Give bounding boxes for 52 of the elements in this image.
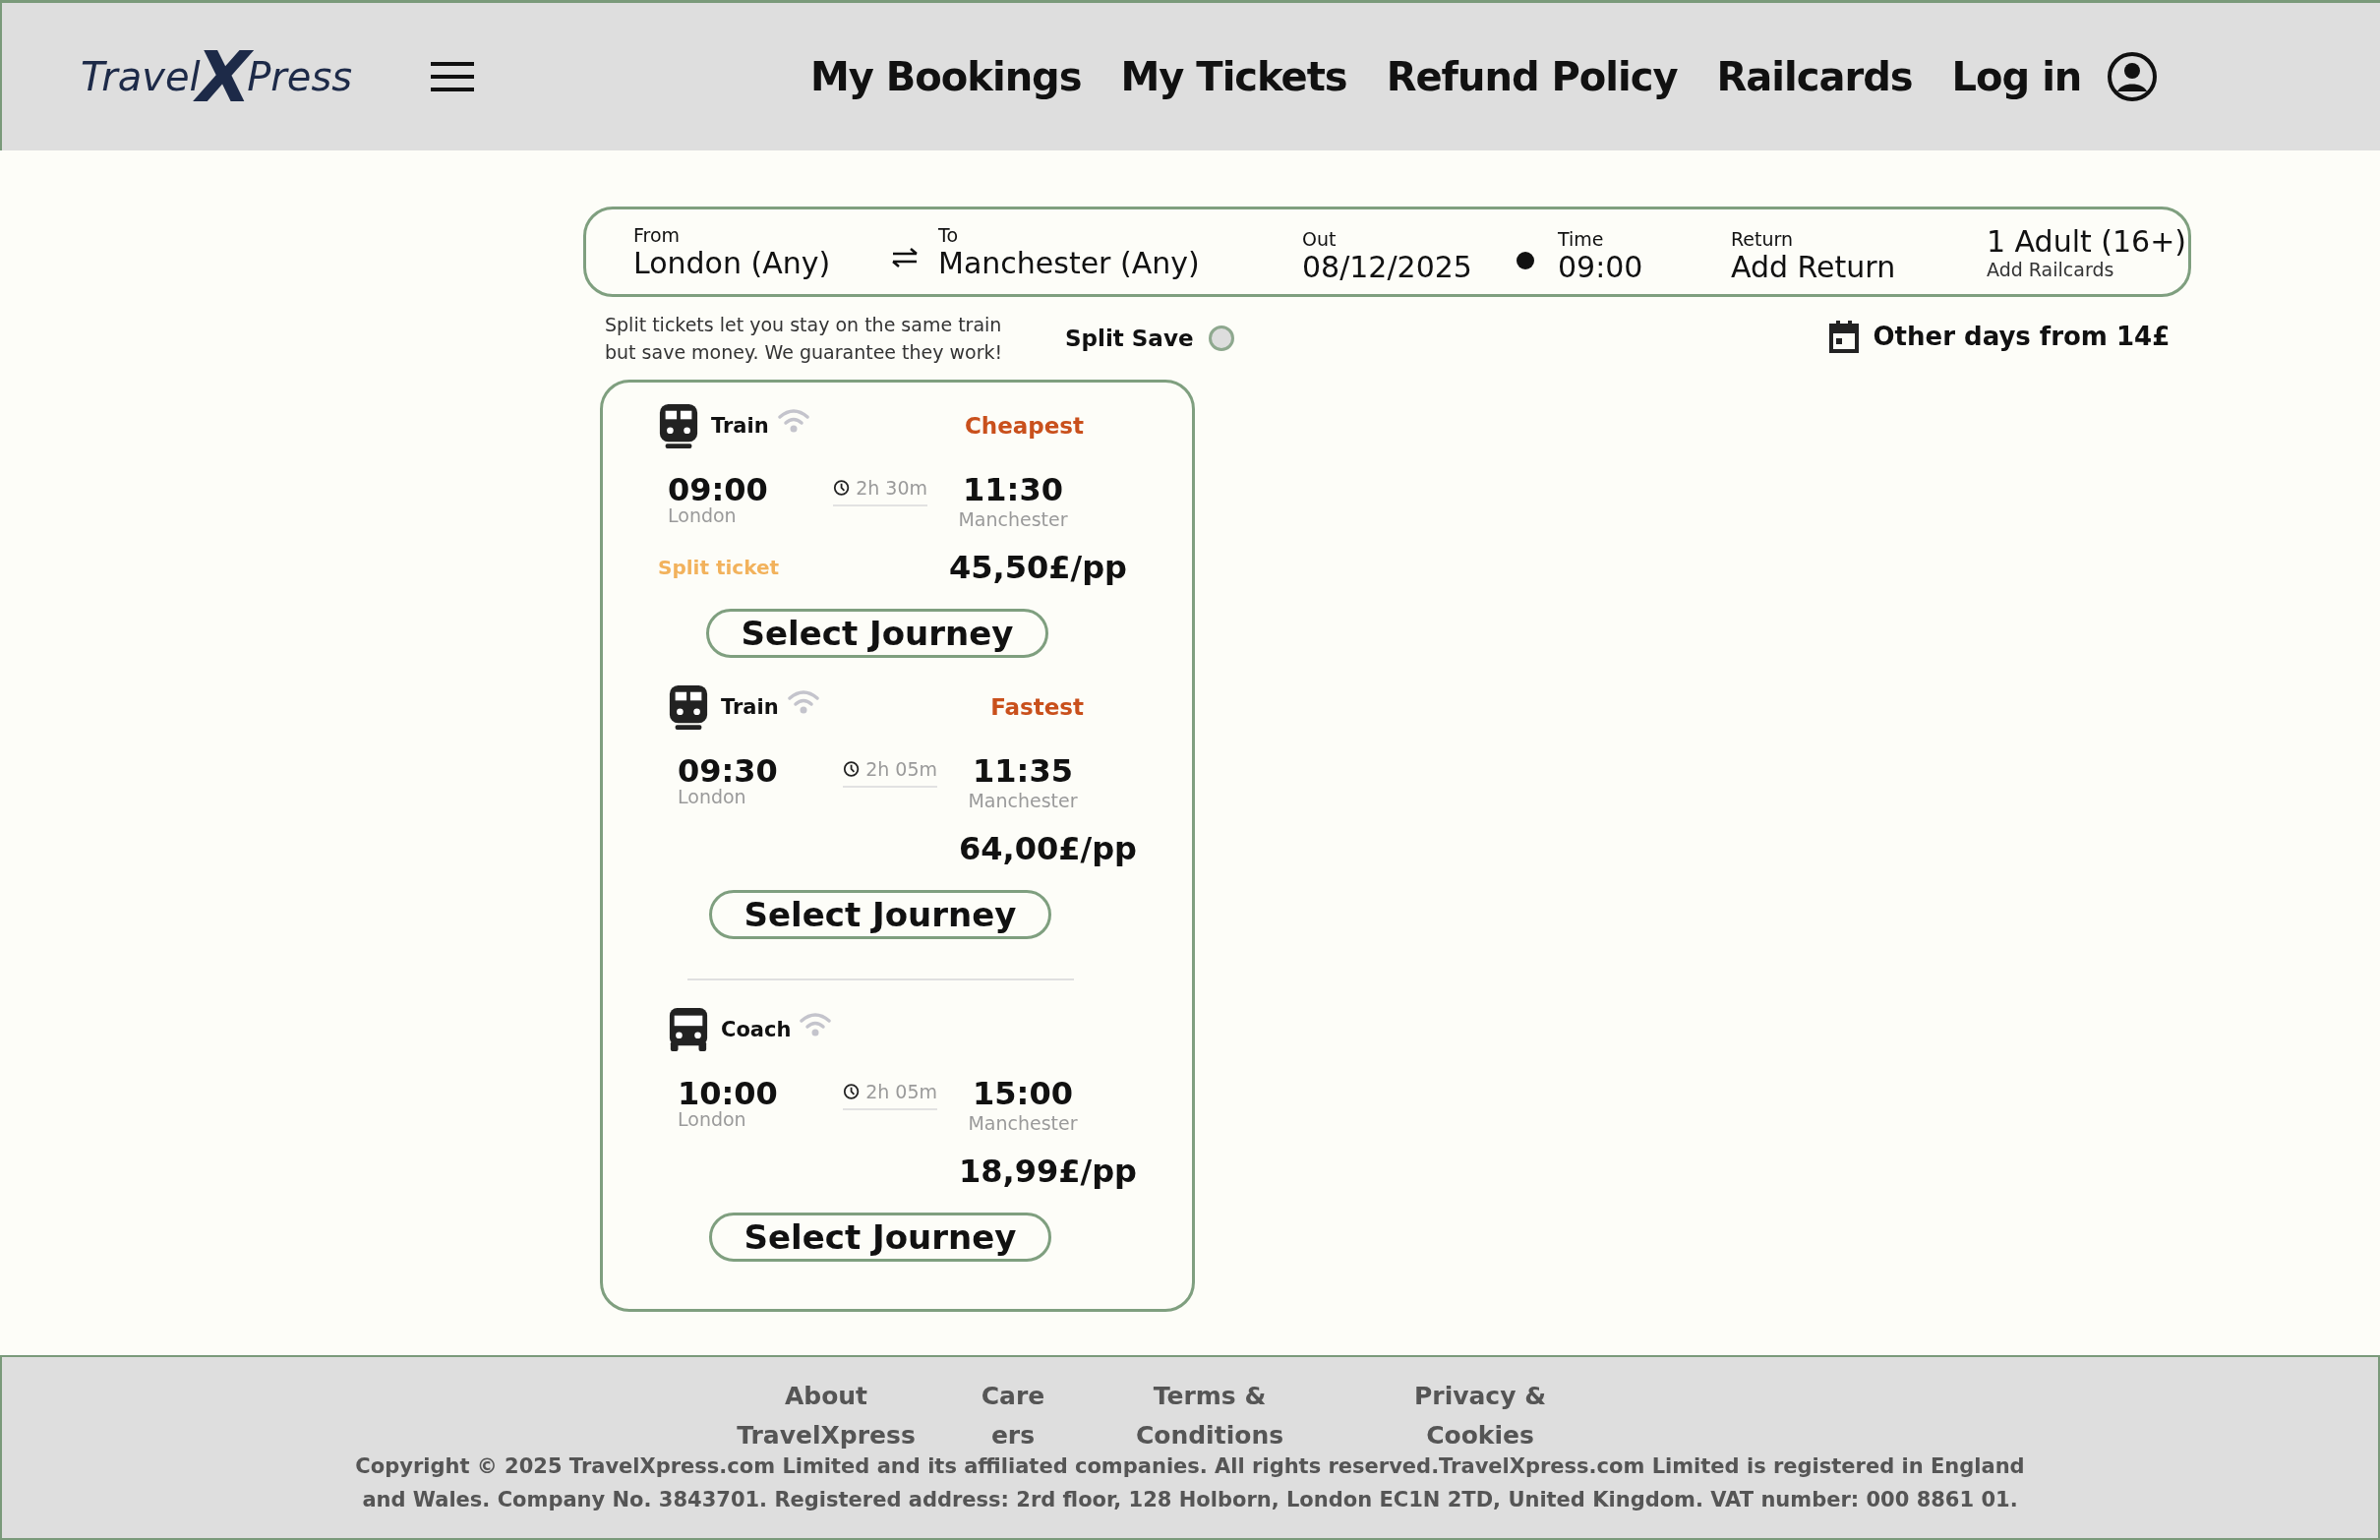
footer-link[interactable]: About TravelXpress <box>728 1377 924 1455</box>
user-icon[interactable] <box>2107 51 2159 102</box>
duration: 2h 05m <box>865 758 937 780</box>
split-save-toggle[interactable] <box>1209 326 1235 351</box>
split-save-label: Split Save <box>1065 326 1194 351</box>
select-journey-button[interactable]: Select Journey <box>709 890 1051 939</box>
nav-link[interactable]: My Bookings <box>810 54 1082 99</box>
train-icon <box>668 683 709 731</box>
arrival-time: 15:00 <box>973 1075 1073 1112</box>
transport-mode: Train <box>721 695 779 719</box>
arrival-time: 11:35 <box>973 752 1073 790</box>
calendar-icon <box>1829 320 1860 353</box>
split-ticket-label: Split ticket <box>658 556 780 579</box>
arrival-station: Manchester <box>958 508 1068 530</box>
copyright-text: Copyright © 2025 TravelXpress.com Limited and its affiliated companies. All rights reserved.TravelXpress.com Limited is registered in England and Wales. Company No. 3843701. Registered address: 2rd floor, 128 Holborn, London EC1N 2TD, United Kingdom. VAT number: 000 8861 01. <box>354 1453 2026 1513</box>
time-field[interactable]: Time 09:00 <box>1558 227 1731 284</box>
nav-link[interactable]: My Tickets <box>1120 54 1347 99</box>
arrival-station: Manchester <box>968 790 1078 811</box>
transport-mode: Coach <box>721 1018 792 1041</box>
transport-mode: Train <box>711 414 769 438</box>
to-field[interactable]: To Manchester (Any) <box>938 223 1302 280</box>
nav-link[interactable]: Railcards <box>1716 54 1913 99</box>
other-days-link[interactable]: Other days from 14£ <box>1873 322 2171 351</box>
nav-link[interactable]: Refund Policy <box>1386 54 1678 99</box>
add-railcards-link[interactable]: Add Railcards <box>1987 258 2187 280</box>
duration: 2h 30m <box>856 477 927 499</box>
bus-icon <box>668 1006 709 1053</box>
footer-link[interactable]: Terms & Conditions <box>1121 1377 1298 1455</box>
return-field[interactable]: Return Add Return <box>1731 227 1987 284</box>
wifi-icon <box>786 689 820 715</box>
price: 64,00£/pp <box>959 830 1137 867</box>
price: 45,50£/pp <box>949 549 1127 586</box>
separator-dot <box>1517 252 1534 269</box>
select-journey-button[interactable]: Select Journey <box>709 1213 1051 1262</box>
footer-link[interactable]: Privacy & Cookies <box>1406 1377 1554 1455</box>
login-link[interactable]: Log in <box>1951 54 2082 99</box>
from-field[interactable]: From London (Any) <box>633 223 869 280</box>
wifi-icon <box>776 408 810 434</box>
journey-tag: Cheapest <box>964 413 1084 439</box>
price: 18,99£/pp <box>959 1153 1137 1190</box>
duration: 2h 05m <box>865 1081 937 1102</box>
select-journey-button[interactable]: Select Journey <box>706 609 1048 658</box>
date-field[interactable]: Out 08/12/2025 <box>1302 227 1497 284</box>
arrival-time: 11:30 <box>963 471 1063 508</box>
arrival-station: Manchester <box>968 1112 1078 1134</box>
passengers-selector[interactable]: 1 Adult (16+) <box>1987 223 2187 259</box>
journey-tag: Fastest <box>990 694 1084 720</box>
split-ticket-note: Split tickets let you stay on the same train but save money. We guarantee they work! <box>605 313 1004 365</box>
menu-icon[interactable] <box>431 62 475 91</box>
wifi-icon <box>799 1012 833 1037</box>
footer-link[interactable]: Careers <box>974 1377 1052 1455</box>
train-icon <box>658 402 699 449</box>
